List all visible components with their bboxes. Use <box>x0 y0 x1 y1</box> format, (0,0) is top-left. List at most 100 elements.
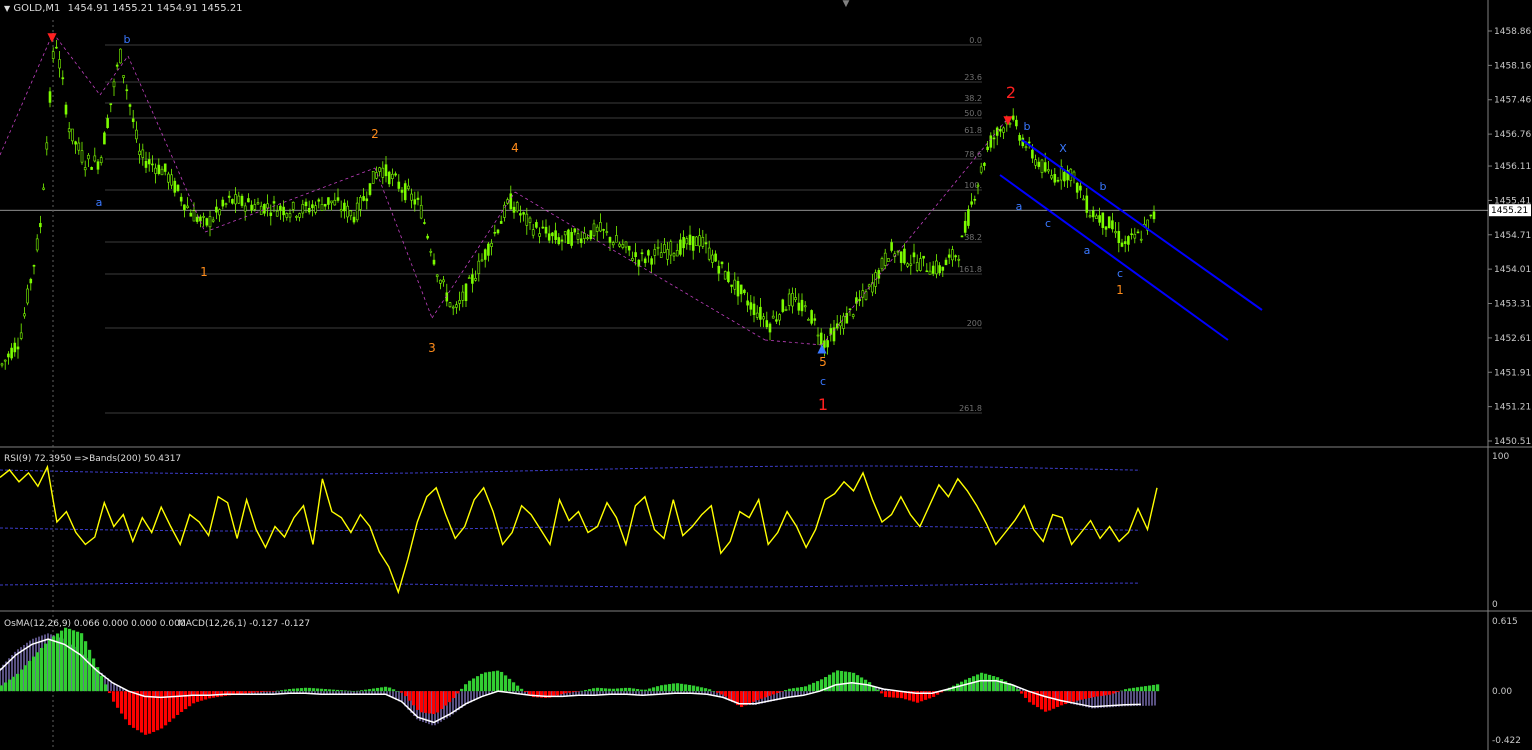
candle-body <box>951 249 954 261</box>
osma-bar <box>516 685 520 692</box>
candle-body <box>999 129 1002 132</box>
osma-bar <box>272 691 276 692</box>
candle-body <box>464 283 468 302</box>
candle-body <box>567 229 570 244</box>
candle-body <box>1002 127 1005 133</box>
osma-bar <box>444 691 448 706</box>
candle-body <box>173 180 177 193</box>
candle-body <box>48 91 52 103</box>
osma-bar <box>760 691 764 699</box>
candle-body <box>295 216 298 218</box>
osma-bar <box>1148 685 1152 692</box>
candle-body <box>352 216 356 223</box>
candle-body <box>423 222 426 224</box>
osma-bar <box>1108 691 1112 695</box>
candle-body <box>1018 135 1021 141</box>
osma-bar <box>636 689 640 692</box>
candle-body <box>682 237 685 249</box>
wave-zigzag-segment <box>204 167 376 233</box>
candle-body <box>163 163 167 172</box>
candle-body <box>759 306 762 320</box>
osma-bar <box>1136 687 1140 692</box>
candle-body <box>471 274 474 284</box>
candle-body <box>586 237 589 240</box>
osma-bar <box>136 691 140 731</box>
osma-bar <box>1124 689 1128 692</box>
candle-body <box>960 235 964 238</box>
candle-body <box>615 235 618 243</box>
osma-bar <box>292 688 296 692</box>
candle-body <box>727 271 730 283</box>
wave-label-sub: a <box>1016 200 1023 213</box>
candle-body <box>320 204 324 211</box>
osma-bar <box>556 691 560 696</box>
osma-bar <box>68 628 72 692</box>
osma-bar <box>764 691 768 698</box>
candle-body <box>343 202 346 212</box>
candle-body <box>733 279 737 290</box>
chart-canvas[interactable]: 1458.86 1458.16 1457.46 1456.76 1456.11 1455.… <box>0 0 1532 750</box>
candle-body <box>170 174 173 186</box>
wave-label-sub: X <box>1059 142 1067 155</box>
candle-body <box>467 277 471 279</box>
candle-body <box>1047 169 1050 172</box>
candle-body <box>794 297 797 300</box>
candle-body <box>1130 233 1133 236</box>
candle-body <box>781 299 785 312</box>
candle-body <box>80 150 84 163</box>
osma-bar <box>448 691 452 703</box>
candle-body <box>797 302 801 311</box>
osma-bar <box>812 682 816 692</box>
candle-body <box>477 260 481 274</box>
osma-bar <box>896 691 900 698</box>
osma-bar <box>608 688 612 692</box>
candle-body <box>979 166 983 173</box>
wave-label-sub: c <box>1045 217 1051 230</box>
candle-body <box>522 212 525 215</box>
osma-bar <box>1028 691 1032 703</box>
candle-body <box>1053 174 1057 183</box>
osma-bar <box>740 691 744 708</box>
candle-body <box>1075 182 1079 193</box>
osma-bar <box>124 691 128 720</box>
osma-bar <box>668 684 672 692</box>
channel-upper-line <box>1021 139 1263 311</box>
candle-body <box>317 199 321 202</box>
osma-bar <box>244 691 248 694</box>
osma-bar <box>772 691 776 695</box>
candle-body <box>391 173 394 179</box>
osma-bar <box>676 683 680 692</box>
osma-bar <box>716 691 720 693</box>
osma-bar <box>804 686 808 692</box>
candle-body <box>631 258 634 261</box>
candle-body <box>576 233 580 240</box>
osma-bar <box>100 675 104 692</box>
osma-bar <box>260 691 264 693</box>
osma-bar <box>1128 688 1132 692</box>
candle-body <box>419 204 423 219</box>
candle-body <box>330 200 333 204</box>
scroll-marker-icon: ▼ <box>843 0 850 9</box>
candle-body <box>784 309 788 311</box>
candle-body <box>867 284 871 288</box>
osma-bar <box>928 691 932 699</box>
osma-bar <box>692 685 696 692</box>
osma-bar <box>664 684 668 692</box>
osma-bar <box>520 688 524 692</box>
osma-bar <box>628 687 632 692</box>
osma-bar <box>348 690 352 692</box>
candle-body <box>269 212 273 216</box>
candle-body <box>1063 171 1066 182</box>
candle-body <box>743 289 746 294</box>
candle-body <box>989 135 993 148</box>
candle-body <box>359 197 362 210</box>
candle-body <box>1095 215 1098 220</box>
wave-zigzag-segment <box>764 339 823 346</box>
candle-body <box>7 353 10 358</box>
osma-bar <box>172 691 176 719</box>
osma-bar <box>844 671 848 692</box>
candle-body <box>256 202 260 205</box>
osma-bar <box>620 688 624 692</box>
osma-bar <box>256 691 260 693</box>
candle-body <box>119 48 122 64</box>
